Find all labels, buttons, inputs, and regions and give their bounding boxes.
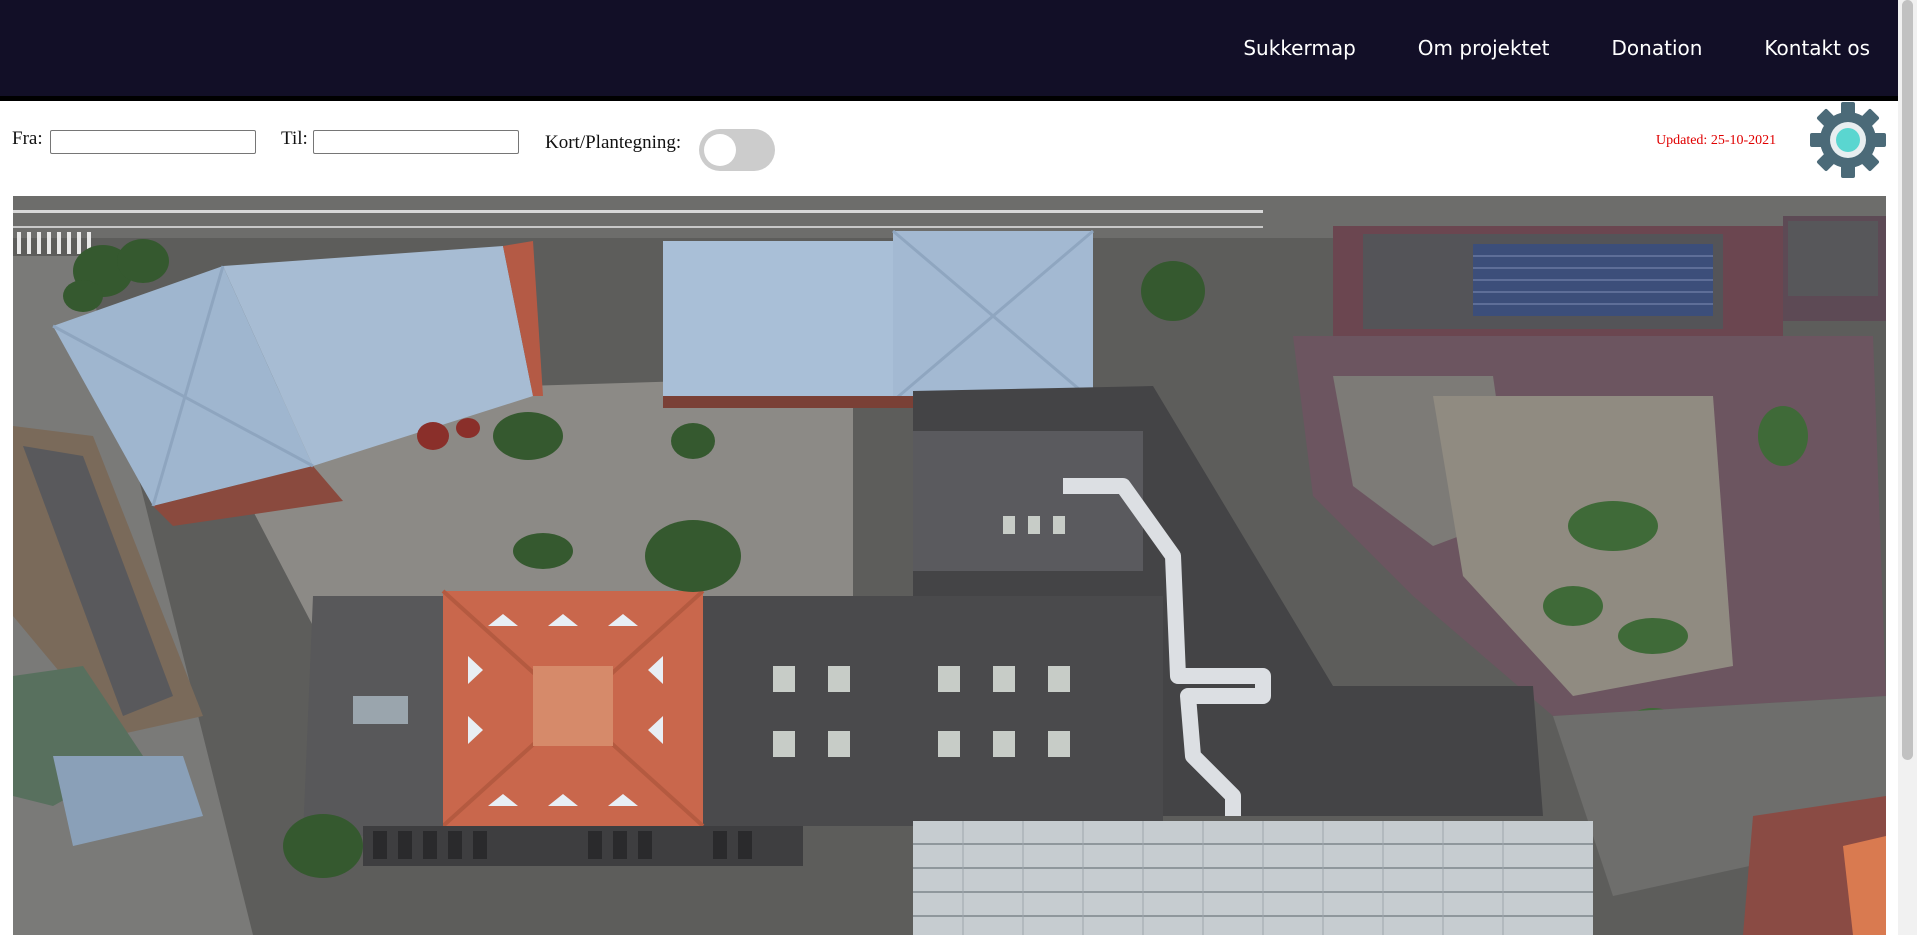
nav-link-om-projektet[interactable]: Om projektet [1418, 36, 1550, 60]
from-input[interactable] [50, 130, 256, 154]
top-navigation-bar: Sukkermap Om projektet Donation Kontakt … [0, 0, 1898, 101]
main-nav: Sukkermap Om projektet Donation Kontakt … [1243, 0, 1898, 96]
vertical-scrollbar[interactable] [1898, 0, 1917, 935]
map-floorplan-toggle[interactable] [699, 129, 775, 171]
nav-link-donation[interactable]: Donation [1612, 36, 1703, 60]
scrollbar-thumb[interactable] [1902, 0, 1913, 760]
gear-icon[interactable] [1808, 100, 1888, 180]
map-controls: Fra: Til: Kort/Plantegning: Updated: 25-… [12, 122, 1892, 172]
satellite-map-image [13, 196, 1886, 935]
nav-link-kontakt-os[interactable]: Kontakt os [1764, 36, 1870, 60]
nav-link-sukkermap[interactable]: Sukkermap [1243, 36, 1355, 60]
toggle-knob [704, 134, 736, 166]
satellite-map[interactable] [13, 196, 1886, 935]
from-label: Fra: [12, 128, 43, 149]
map-floorplan-toggle-label: Kort/Plantegning: [545, 132, 682, 153]
updated-date: Updated: 25-10-2021 [1656, 133, 1777, 148]
to-input[interactable] [313, 130, 519, 154]
to-label: Til: [281, 128, 308, 149]
